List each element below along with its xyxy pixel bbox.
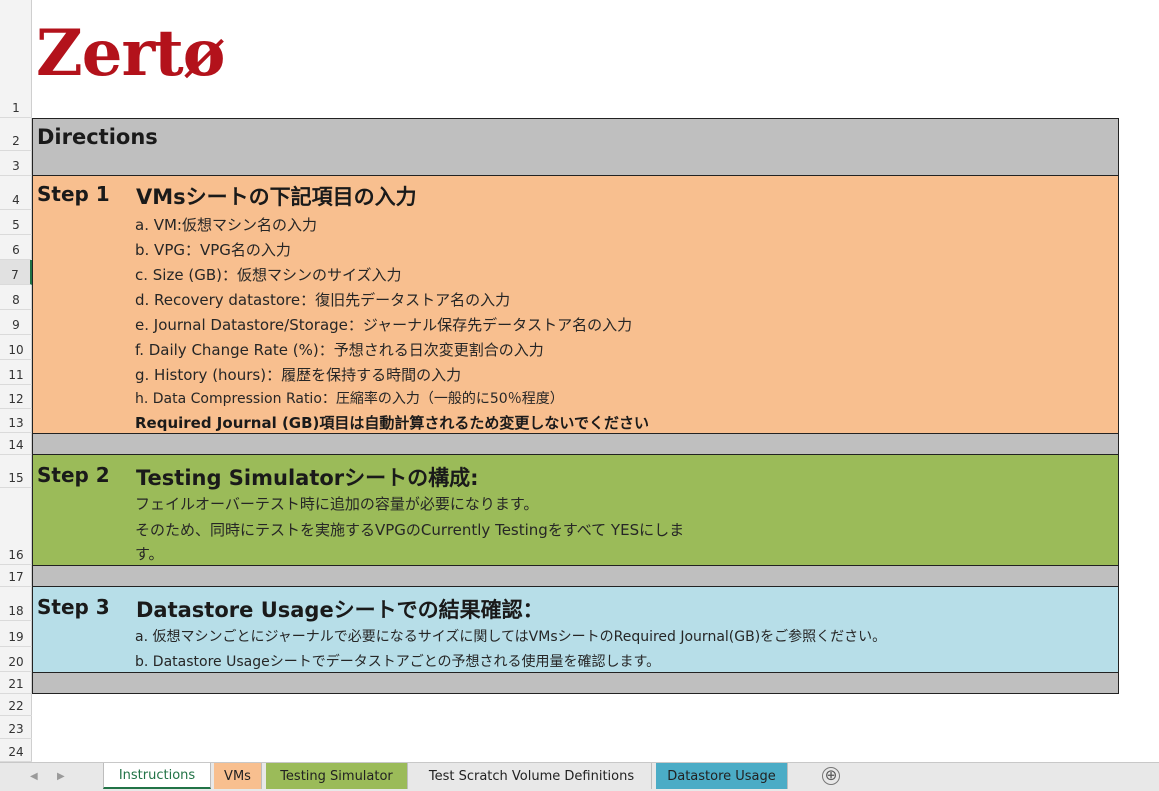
row-header-1[interactable]: 1 [0, 0, 32, 118]
step3-label: Step 3 [37, 595, 110, 619]
step2-label: Step 2 [37, 463, 110, 487]
tab-vms[interactable]: VMs [214, 763, 262, 789]
row-header-4[interactable]: 4 [0, 176, 32, 210]
step1-title: VMsシートの下記項目の入力 [136, 185, 417, 209]
step2-line-2: そのため、同時にテストを実施するVPGのCurrently Testingをすべ… [135, 521, 685, 539]
row-header-12[interactable]: 12 [0, 385, 32, 409]
row-header-16[interactable]: 16 [0, 488, 32, 565]
row-header-7[interactable]: 7 [0, 260, 32, 285]
separator-row-14 [32, 433, 1119, 455]
step1-item-e: e. Journal Datastore/Storage：ジャーナル保存先データ… [135, 316, 633, 334]
spreadsheet-grid[interactable]: 1 2 3 4 5 6 7 8 9 10 11 12 13 14 15 16 1… [0, 0, 1159, 762]
directions-band: Directions [32, 118, 1119, 176]
row-header-20[interactable]: 20 [0, 647, 32, 672]
scroll-tabs-right-icon[interactable]: ▶ [57, 771, 65, 782]
row-header-21[interactable]: 21 [0, 672, 32, 694]
step3-item-b: b. Datastore Usageシートでデータストアごとの予想される使用量を… [135, 654, 661, 670]
row-header-9[interactable]: 9 [0, 310, 32, 335]
row-header-18[interactable]: 18 [0, 587, 32, 621]
step1-label: Step 1 [37, 182, 110, 206]
step1-item-b: b. VPG：VPG名の入力 [135, 241, 291, 259]
row-header-2[interactable]: 2 [0, 118, 32, 151]
step1-item-d: d. Recovery datastore：復旧先データストア名の入力 [135, 291, 511, 309]
step1-note: Required Journal (GB)項目は自動計算されるため変更しないでく… [135, 414, 649, 432]
step1-item-c: c. Size (GB)：仮想マシンのサイズ入力 [135, 266, 402, 284]
row-header-10[interactable]: 10 [0, 335, 32, 360]
step1-band: Step 1 VMsシートの下記項目の入力 a. VM:仮想マシン名の入力 b.… [32, 176, 1119, 433]
zerto-logo: Zertø [36, 16, 225, 91]
tab-testing-simulator[interactable]: Testing Simulator [266, 763, 408, 789]
step2-title: Testing Simulatorシートの構成: [136, 466, 479, 490]
directions-heading: Directions [37, 125, 158, 149]
add-sheet-icon[interactable]: ⊕ [822, 767, 840, 785]
row-header-15[interactable]: 15 [0, 455, 32, 488]
row-header-8[interactable]: 8 [0, 285, 32, 310]
row-header-11[interactable]: 11 [0, 360, 32, 385]
row-header-17[interactable]: 17 [0, 565, 32, 587]
sheet-tabs-bar: ◀ ▶ Instructions VMs Testing Simulator T… [0, 762, 1159, 791]
row-header-22[interactable]: 22 [0, 694, 32, 716]
row-header-24[interactable]: 24 [0, 739, 32, 762]
row-header-6[interactable]: 6 [0, 235, 32, 260]
step3-item-a: a. 仮想マシンごとにジャーナルで必要になるサイズに関してはVMsシートのReq… [135, 629, 887, 645]
row-headers: 1 2 3 4 5 6 7 8 9 10 11 12 13 14 15 16 1… [0, 0, 32, 762]
separator-row-17 [32, 565, 1119, 587]
row-header-23[interactable]: 23 [0, 716, 32, 739]
step2-line-3: す。 [135, 545, 164, 563]
row-header-3[interactable]: 3 [0, 151, 32, 176]
tab-datastore-usage[interactable]: Datastore Usage [656, 763, 788, 789]
step1-item-h: h. Data Compression Ratio：圧縮率の入力（一般的に50％… [135, 391, 564, 407]
scroll-tabs-left-icon[interactable]: ◀ [30, 771, 38, 782]
tab-test-scratch-volume-definitions[interactable]: Test Scratch Volume Definitions [412, 763, 652, 789]
step2-band: Step 2 Testing Simulatorシートの構成: フェイルオーバー… [32, 455, 1119, 565]
row-header-14[interactable]: 14 [0, 433, 32, 455]
step1-item-a: a. VM:仮想マシン名の入力 [135, 216, 317, 234]
step3-band: Step 3 Datastore Usageシートでの結果確認： a. 仮想マシ… [32, 587, 1119, 672]
row-header-13[interactable]: 13 [0, 409, 32, 433]
row-header-19[interactable]: 19 [0, 621, 32, 647]
step1-item-g: g. History (hours)：履歴を保持する時間の入力 [135, 366, 462, 384]
step1-item-f: f. Daily Change Rate (%)：予想される日次変更割合の入力 [135, 341, 544, 359]
tab-instructions[interactable]: Instructions [103, 763, 211, 789]
step2-line-1: フェイルオーバーテスト時に追加の容量が必要になります。 [135, 495, 539, 513]
step3-title: Datastore Usageシートでの結果確認： [136, 598, 544, 622]
row-header-5[interactable]: 5 [0, 210, 32, 235]
separator-row-21 [32, 672, 1119, 694]
